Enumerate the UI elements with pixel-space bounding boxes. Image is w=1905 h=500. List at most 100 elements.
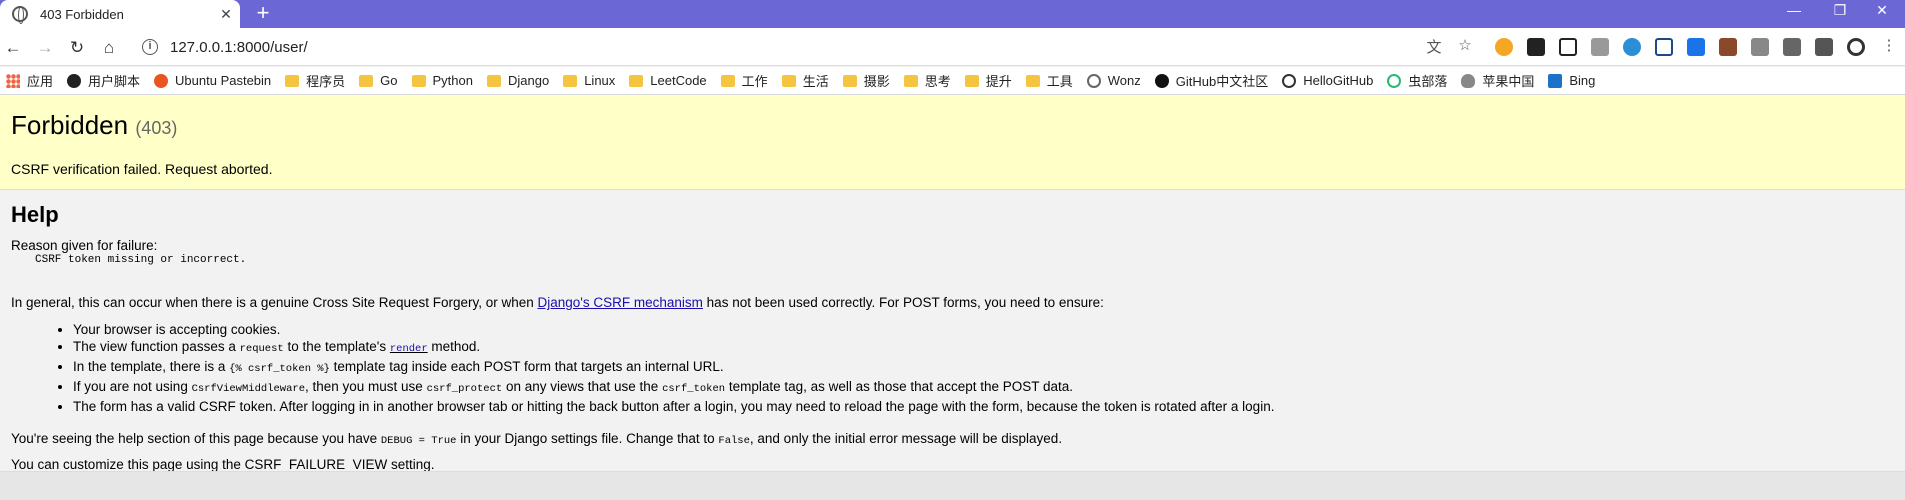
bookmark-item[interactable]: 工作 bbox=[720, 71, 768, 90]
folder-icon bbox=[1025, 74, 1040, 87]
debug-text: , and only the initial error message wil… bbox=[749, 431, 1063, 446]
reading-list-icon[interactable] bbox=[1815, 38, 1833, 56]
code-text: csrf_token bbox=[662, 383, 726, 395]
bookmark-item[interactable]: 苹果中国 bbox=[1461, 71, 1534, 90]
bookmark-item[interactable]: 用户脚本 bbox=[67, 71, 140, 90]
bookmark-label: HelloGitHub bbox=[1303, 73, 1374, 88]
back-button[interactable]: ← bbox=[2, 37, 24, 59]
list-item: The view function passes a request to th… bbox=[73, 338, 1894, 358]
forward-button[interactable]: → bbox=[34, 37, 56, 59]
reason-block: Reason given for failure: CSRF token mis… bbox=[11, 238, 1894, 266]
tab-title: 403 Forbidden bbox=[40, 6, 124, 22]
bookmark-item[interactable]: GitHub中文社区 bbox=[1154, 71, 1269, 90]
code-text: False bbox=[718, 435, 750, 447]
bookmark-item[interactable]: Go bbox=[359, 73, 398, 88]
bookmark-item[interactable]: 摄影 bbox=[842, 71, 890, 90]
ubuntu-icon bbox=[154, 73, 169, 88]
notion-icon[interactable] bbox=[1559, 38, 1577, 56]
csrf-docs-link[interactable]: Django's CSRF mechanism bbox=[538, 295, 703, 310]
bookmark-label: 生活 bbox=[802, 74, 829, 89]
ring-icon bbox=[1086, 73, 1101, 88]
item-text: on any views that use the bbox=[502, 379, 663, 394]
list-item: Your browser is accepting cookies. bbox=[73, 321, 1894, 338]
bookmark-item[interactable]: 思考 bbox=[903, 71, 951, 90]
bookmark-item[interactable]: LeetCode bbox=[629, 73, 707, 88]
code-text: csrf_protect bbox=[426, 383, 503, 395]
bookmark-item[interactable]: Ubuntu Pastebin bbox=[154, 73, 271, 88]
new-tab-button[interactable]: + bbox=[250, 2, 276, 26]
extension-icon[interactable] bbox=[1527, 38, 1545, 56]
bookmark-item[interactable]: Wonz bbox=[1086, 73, 1141, 88]
bing-icon bbox=[1548, 73, 1563, 88]
github-icon bbox=[1154, 73, 1169, 88]
translate-icon[interactable]: 文 bbox=[1424, 36, 1444, 56]
code-text: request bbox=[239, 343, 284, 355]
requirements-list: Your browser is accepting cookies. The v… bbox=[63, 321, 1894, 415]
bookmark-item[interactable]: 应用 bbox=[6, 71, 53, 90]
bookmark-item[interactable]: 提升 bbox=[964, 71, 1012, 90]
item-text: to the template's bbox=[283, 339, 390, 354]
profile-avatar[interactable] bbox=[1847, 38, 1865, 56]
camera-icon[interactable] bbox=[1591, 38, 1609, 56]
error-message: CSRF verification failed. Request aborte… bbox=[11, 161, 273, 177]
bookmark-label: Bing bbox=[1569, 73, 1596, 88]
bookmark-star-icon[interactable]: ☆ bbox=[1455, 36, 1475, 56]
site-info-icon[interactable]: i bbox=[142, 39, 158, 55]
hellogithub-icon bbox=[1282, 73, 1297, 88]
reason-text: CSRF token missing or incorrect. bbox=[35, 254, 247, 266]
close-window-button[interactable]: ✕ bbox=[1859, 0, 1905, 28]
bookmark-label: Wonz bbox=[1107, 73, 1141, 88]
render-docs-link[interactable]: render bbox=[390, 339, 428, 355]
menu-icon[interactable]: ⋮ bbox=[1879, 36, 1899, 56]
bookmark-item[interactable]: HelloGitHub bbox=[1282, 73, 1373, 88]
minimize-button[interactable]: — bbox=[1771, 0, 1817, 28]
folder-icon bbox=[781, 74, 796, 87]
bookmark-item[interactable]: Bing bbox=[1548, 73, 1595, 88]
general-text: has not been used correctly. For POST fo… bbox=[702, 295, 1104, 310]
bookmark-item[interactable]: 虫部落 bbox=[1387, 71, 1447, 90]
item-text: template tag, as well as those that acce… bbox=[725, 379, 1074, 394]
extension-icon[interactable] bbox=[1719, 38, 1737, 56]
folder-icon bbox=[842, 74, 857, 87]
code-text: CsrfViewMiddleware bbox=[191, 383, 305, 395]
extension-icon[interactable] bbox=[1495, 38, 1513, 56]
bookmark-item[interactable]: 生活 bbox=[781, 71, 829, 90]
extension-icon[interactable] bbox=[1655, 38, 1673, 56]
restore-button[interactable]: ❐ bbox=[1817, 0, 1863, 28]
item-text: In the template, there is a bbox=[73, 359, 230, 374]
bookmark-label: LeetCode bbox=[650, 73, 707, 88]
general-paragraph: In general, this can occur when there is… bbox=[11, 295, 1894, 310]
reload-button[interactable]: ↻ bbox=[66, 37, 88, 59]
bookmark-label: 提升 bbox=[985, 74, 1012, 89]
url-text[interactable]: 127.0.0.1:8000/user/ bbox=[170, 39, 308, 56]
folder-icon bbox=[487, 74, 501, 87]
folder-icon bbox=[285, 74, 300, 87]
help-section: Help Reason given for failure: CSRF toke… bbox=[0, 190, 1905, 472]
bookmark-item[interactable]: Linux bbox=[563, 73, 615, 88]
extension-icon[interactable] bbox=[1687, 38, 1705, 56]
bookmark-label: 工作 bbox=[741, 74, 768, 89]
home-button[interactable]: ⌂ bbox=[98, 37, 120, 59]
bookmark-item[interactable]: 程序员 bbox=[285, 71, 345, 90]
bookmark-label: 摄影 bbox=[863, 74, 890, 89]
bookmark-label: 应用 bbox=[27, 74, 54, 89]
bookmark-item[interactable]: Python bbox=[411, 73, 473, 88]
bookmark-item[interactable]: Django bbox=[487, 73, 549, 88]
address-bar[interactable]: i 127.0.0.1:8000/user/ bbox=[132, 32, 1478, 62]
close-tab-icon[interactable]: ✕ bbox=[212, 6, 240, 23]
extension-icon[interactable] bbox=[1623, 38, 1641, 56]
chongbuluo-icon bbox=[1387, 73, 1402, 88]
bookmark-label: 用户脚本 bbox=[88, 74, 141, 89]
bookmark-label: GitHub中文社区 bbox=[1175, 74, 1269, 89]
item-text: The form has a valid CSRF token. After l… bbox=[73, 399, 1275, 414]
help-heading: Help bbox=[11, 202, 59, 227]
title-bar: 403 Forbidden ✕ + — ❐ ✕ bbox=[0, 0, 1905, 28]
general-text: In general, this can occur when there is… bbox=[11, 295, 538, 310]
item-text: If you are not using bbox=[73, 379, 192, 394]
debug-text: in your Django settings file. Change tha… bbox=[456, 431, 719, 446]
bookmark-item[interactable]: 工具 bbox=[1025, 71, 1073, 90]
puzzle-icon[interactable] bbox=[1783, 38, 1801, 56]
browser-tab[interactable]: 403 Forbidden ✕ bbox=[0, 0, 240, 28]
bookmark-label: Python bbox=[432, 73, 473, 88]
shield-icon[interactable] bbox=[1751, 38, 1769, 56]
